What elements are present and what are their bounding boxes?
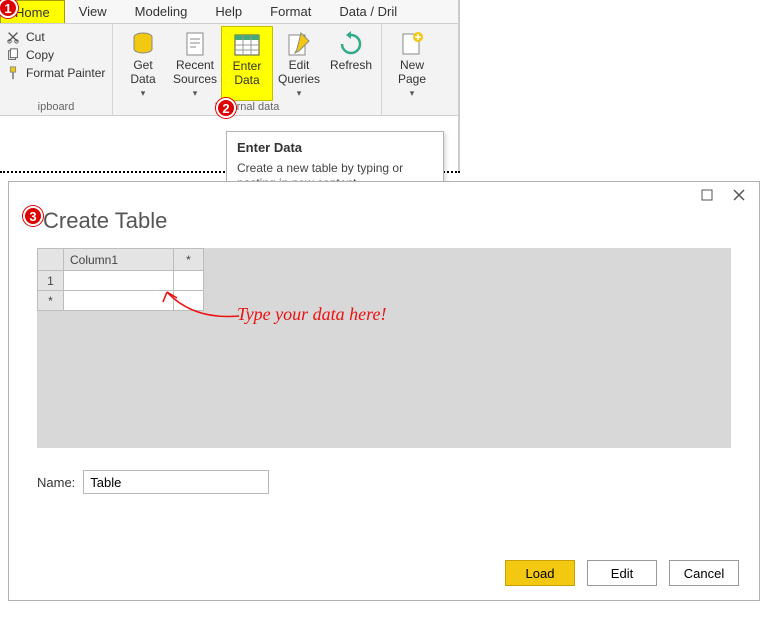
cancel-button[interactable]: Cancel [669, 560, 739, 586]
annotation-text: Type your data here! [237, 304, 386, 324]
copy-button[interactable]: Copy [6, 48, 106, 62]
close-icon [733, 189, 745, 201]
tooltip-title: Enter Data [237, 140, 433, 155]
recent-sources-label: Recent Sources [173, 58, 217, 86]
ribbon-tabbar: Home View Modeling Help Format Data / Dr… [0, 0, 458, 24]
new-page-label: New Page [398, 58, 426, 86]
new-page-icon [397, 30, 427, 58]
arrow-icon [153, 286, 243, 326]
insert-group-label [386, 101, 438, 115]
annotation-hint: Type your data here! [155, 300, 304, 321]
maximize-button[interactable] [699, 188, 715, 204]
external-data-group-label: External data [117, 101, 377, 115]
paintbrush-icon [6, 66, 20, 80]
group-external-data: Get Data ▾ Recent Sources ▾ Enter Data E… [113, 24, 382, 115]
cut-label: Cut [26, 30, 45, 44]
close-button[interactable] [731, 188, 747, 204]
name-label: Name: [37, 475, 75, 490]
add-column-button[interactable]: * [174, 249, 204, 271]
tab-view[interactable]: View [65, 0, 121, 23]
dialog-title: Create Table [9, 204, 759, 248]
column-header-1[interactable]: Column1 [64, 249, 174, 271]
create-table-dialog: 3 Create Table Column1 * 1 * [8, 181, 760, 601]
chevron-down-icon: ▾ [193, 86, 198, 100]
row-header-1: 1 [38, 271, 64, 291]
table-name-input[interactable] [83, 470, 269, 494]
refresh-icon [336, 30, 366, 58]
format-painter-label: Format Painter [26, 66, 105, 80]
tab-modeling[interactable]: Modeling [121, 0, 202, 23]
tab-data[interactable]: Data / Dril [325, 0, 411, 23]
tab-format[interactable]: Format [256, 0, 325, 23]
get-data-button[interactable]: Get Data ▾ [117, 26, 169, 101]
refresh-button[interactable]: Refresh [325, 26, 377, 101]
group-clipboard: Cut Copy Format Painter ipboard [0, 24, 113, 115]
corner-cell [38, 249, 64, 271]
edit-queries-button[interactable]: Edit Queries ▾ [273, 26, 325, 101]
add-row-button[interactable]: * [38, 291, 64, 311]
clipboard-group-label: ipboard [4, 101, 108, 115]
document-icon [180, 30, 210, 58]
enter-data-label: Enter Data [233, 59, 262, 87]
table-icon [232, 31, 262, 59]
edit-queries-label: Edit Queries [278, 58, 320, 86]
enter-data-button[interactable]: Enter Data [221, 26, 273, 101]
get-data-label: Get Data [130, 58, 155, 86]
chevron-down-icon: ▾ [297, 86, 302, 100]
square-icon [701, 189, 713, 201]
refresh-label: Refresh [330, 58, 372, 72]
scissors-icon [6, 30, 20, 44]
tab-help[interactable]: Help [201, 0, 256, 23]
cut-button[interactable]: Cut [6, 30, 106, 44]
load-button[interactable]: Load [505, 560, 575, 586]
new-page-button[interactable]: New Page ▾ [386, 26, 438, 101]
chevron-down-icon: ▾ [410, 86, 415, 100]
format-painter-button[interactable]: Format Painter [6, 66, 106, 80]
group-insert: New Page ▾ [382, 24, 442, 115]
edit-button[interactable]: Edit [587, 560, 657, 586]
pencil-document-icon [284, 30, 314, 58]
callout-3: 3 [23, 206, 43, 226]
copy-label: Copy [26, 48, 54, 62]
copy-icon [6, 48, 20, 62]
database-icon [128, 30, 158, 58]
recent-sources-button[interactable]: Recent Sources ▾ [169, 26, 221, 101]
callout-2: 2 [216, 98, 236, 118]
chevron-down-icon: ▾ [141, 86, 146, 100]
data-grid-area: Column1 * 1 * Type your data here! [37, 248, 731, 448]
